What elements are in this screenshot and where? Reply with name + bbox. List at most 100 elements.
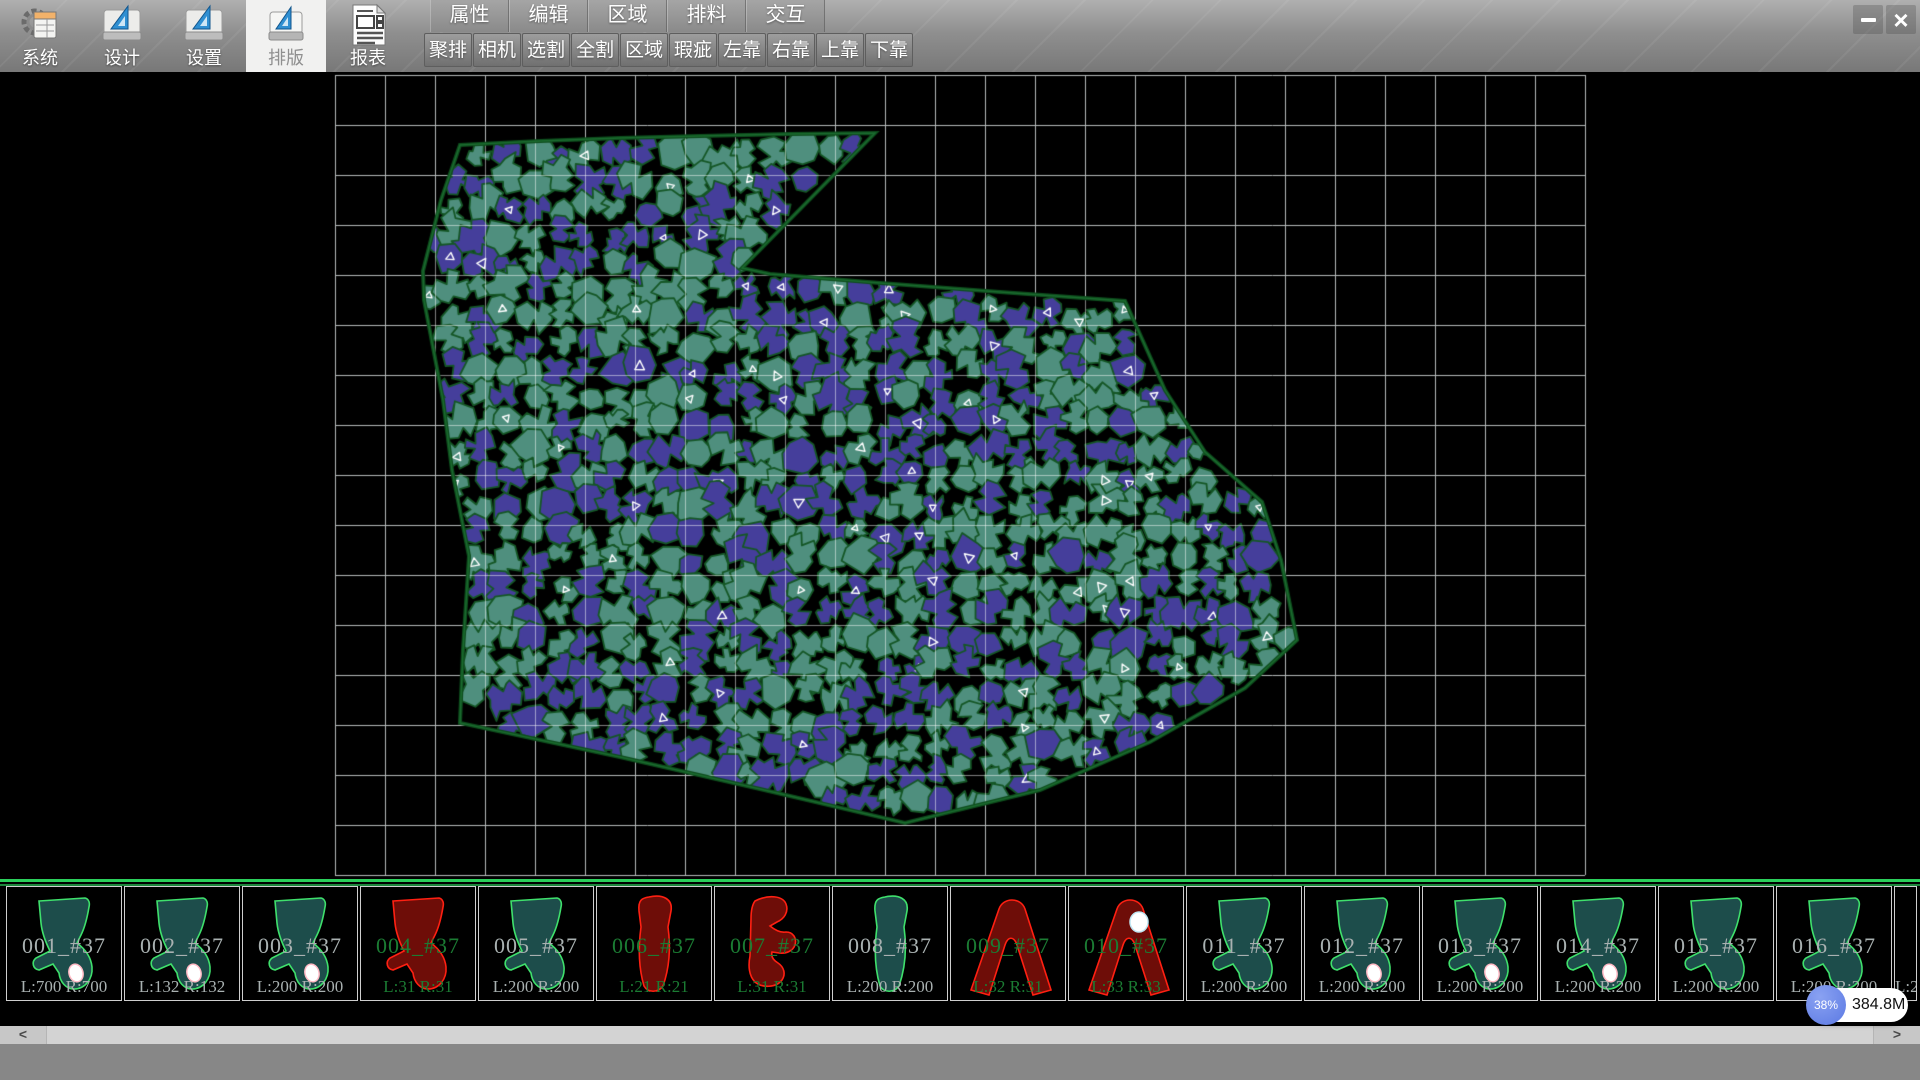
tool-button-6[interactable]: 瑕疵 (669, 33, 717, 67)
memory-status-badge[interactable]: 38% 384.8M (1808, 988, 1908, 1022)
menu-tab-3[interactable]: 区域 (588, 0, 667, 32)
tool-button-8[interactable]: 右靠 (767, 33, 815, 67)
piece-lr-label: L:200 R:200 (1659, 977, 1773, 997)
piece-thumbnail-list: 001_#37 L:700 R:700002_#37 L:132 R:132003_… (6, 886, 1917, 1001)
tool-button-4[interactable]: 全割 (571, 33, 619, 67)
piece-name-label: 008_#37 (833, 933, 947, 959)
piece-name-label: 013_#37 (1423, 933, 1537, 959)
piece-thumbnail-17[interactable]: L:2 (1894, 886, 1917, 1001)
piece-lr-label: L:200 R:200 (1187, 977, 1301, 997)
cpu-percent-label: 38% (1814, 998, 1838, 1012)
application-window: 系统 设计 设置 排版 报表 属性编辑区域排料交互 聚排相机选割全割区域瑕疵左靠右靠上靠… (0, 0, 1920, 1080)
close-icon: × (1893, 7, 1908, 33)
main-button-1[interactable]: 系统 (0, 0, 80, 72)
main-button-label: 报表 (350, 48, 386, 68)
piece-thumbnail-8[interactable]: 008_#37 L:200 R:200 (832, 886, 948, 1001)
piece-name-label: 007_#37 (715, 933, 829, 959)
piece-thumbnail-4[interactable]: 004_#37 L:31 R:31 (360, 886, 476, 1001)
piece-lr-label: L:200 R:200 (1423, 977, 1537, 997)
piece-name-label: 011_#37 (1187, 933, 1301, 959)
piece-thumbnail-2[interactable]: 002_#37 L:132 R:132 (124, 886, 240, 1001)
piece-thumbnail-5[interactable]: 005_#37L:200 R:200 (478, 886, 594, 1001)
piece-lr-label: L:700 R:700 (7, 977, 121, 997)
piece-name-label: 014_#37 (1541, 933, 1655, 959)
piece-name-label: 006_#37 (597, 933, 711, 959)
piece-name-label: 016_#37 (1777, 933, 1891, 959)
menu-tab-row: 属性编辑区域排料交互 (430, 0, 825, 32)
tool-button-row: 聚排相机选割全割区域瑕疵左靠右靠上靠下靠 (424, 33, 913, 69)
menu-tab-2[interactable]: 编辑 (509, 0, 588, 32)
close-button[interactable]: × (1886, 5, 1916, 34)
menu-tab-1[interactable]: 属性 (430, 0, 509, 32)
piece-thumbnail-13[interactable]: 013_#37 L:200 R:200 (1422, 886, 1538, 1001)
piece-thumbnail-6[interactable]: 006_#37 L:21 R:21 (596, 886, 712, 1001)
bottom-status-bar (0, 1044, 1920, 1080)
piece-thumbnail-3[interactable]: 003_#37 L:200 R:200 (242, 886, 358, 1001)
piece-name-label: 005_#37 (479, 933, 593, 959)
piece-name-label: 004_#37 (361, 933, 475, 959)
piece-thumbnail-7[interactable]: 007_#37 L:31 R:31 (714, 886, 830, 1001)
main-button-label: 设置 (186, 48, 222, 68)
design-ruler-icon (99, 2, 145, 48)
piece-name-label: 003_#37 (243, 933, 357, 959)
main-button-label: 设计 (104, 48, 140, 68)
piece-name-label: 012_#37 (1305, 933, 1419, 959)
strip-accent-line (0, 879, 1920, 882)
horizontal-scrollbar[interactable]: < > (0, 1026, 1920, 1044)
report-document-icon (345, 2, 391, 48)
piece-lr-label: L:132 R:132 (125, 977, 239, 997)
minimize-icon (1861, 18, 1876, 22)
piece-name-label: 015_#37 (1659, 933, 1773, 959)
piece-lr-label: L:31 R:31 (715, 977, 829, 997)
nesting-canvas[interactable] (0, 72, 1920, 879)
menu-tab-4[interactable]: 排料 (667, 0, 746, 32)
piece-name-label: 009_#37 (951, 933, 1065, 959)
top-toolbar: 系统 设计 设置 排版 报表 属性编辑区域排料交互 聚排相机选割全割区域瑕疵左靠右靠上靠… (0, 0, 1920, 73)
settings-ruler-icon (181, 2, 227, 48)
main-button-label: 排版 (268, 48, 304, 68)
piece-thumbnail-14[interactable]: 014_#37 L:200 R:200 (1540, 886, 1656, 1001)
tool-button-3[interactable]: 选割 (522, 33, 570, 67)
piece-lr-label: L:200 R:200 (833, 977, 947, 997)
main-mode-buttons: 系统 设计 设置 排版 报表 (0, 0, 410, 72)
piece-thumbnail-1[interactable]: 001_#37 L:700 R:700 (6, 886, 122, 1001)
cpu-percent-circle: 38% (1806, 985, 1846, 1025)
minimize-button[interactable] (1853, 5, 1883, 34)
piece-thumbnail-9[interactable]: 009_#37 L:32 R:31 (950, 886, 1066, 1001)
scroll-left-icon: < (19, 1026, 27, 1042)
tool-button-7[interactable]: 左靠 (718, 33, 766, 67)
piece-lr-label: L:200 R:200 (243, 977, 357, 997)
main-button-label: 系统 (22, 48, 58, 68)
main-button-3[interactable]: 设置 (164, 0, 244, 72)
tool-button-2[interactable]: 相机 (473, 33, 521, 67)
main-button-4[interactable]: 排版 (246, 0, 326, 72)
piece-thumbnail-10[interactable]: 010_#37 L:33 R:33 (1068, 886, 1184, 1001)
nesting-ruler-icon (263, 2, 309, 48)
piece-thumbnail-12[interactable]: 012_#37L:200 R:200 (1304, 886, 1420, 1001)
system-gear-icon (17, 2, 63, 48)
piece-name-label: 001_#37 (7, 933, 121, 959)
piece-name-label: 002_#37 (125, 933, 239, 959)
piece-thumbnail-11[interactable]: 011_#37 L:200 R:200 (1186, 886, 1302, 1001)
menu-tab-5[interactable]: 交互 (746, 0, 825, 32)
tool-button-10[interactable]: 下靠 (865, 33, 913, 67)
piece-thumbnail-15[interactable]: 015_#37 L:200 R:200 (1658, 886, 1774, 1001)
piece-lr-label: L:33 R:33 (1069, 977, 1183, 997)
piece-lr-label: L:21 R:21 (597, 977, 711, 997)
scroll-left-button[interactable]: < (0, 1026, 47, 1044)
nesting-canvas-area (0, 72, 1920, 879)
memory-label: 384.8M (1852, 988, 1905, 1022)
piece-name-label: 010_#37 (1069, 933, 1183, 959)
piece-thumbnail-strip: 001_#37 L:700 R:700002_#37 L:132 R:132003_… (0, 879, 1920, 1026)
window-controls: × (1853, 5, 1916, 34)
main-button-2[interactable]: 设计 (82, 0, 162, 72)
scroll-right-button[interactable]: > (1873, 1026, 1920, 1044)
tool-button-9[interactable]: 上靠 (816, 33, 864, 67)
tool-button-5[interactable]: 区域 (620, 33, 668, 67)
tool-button-1[interactable]: 聚排 (424, 33, 472, 67)
main-button-5[interactable]: 报表 (328, 0, 408, 72)
piece-lr-label: L:200 R:200 (1541, 977, 1655, 997)
piece-lr-label: L:31 R:31 (361, 977, 475, 997)
piece-lr-label: L:32 R:31 (951, 977, 1065, 997)
piece-thumbnail-16[interactable]: 016_#37L:200 R:200 (1776, 886, 1892, 1001)
